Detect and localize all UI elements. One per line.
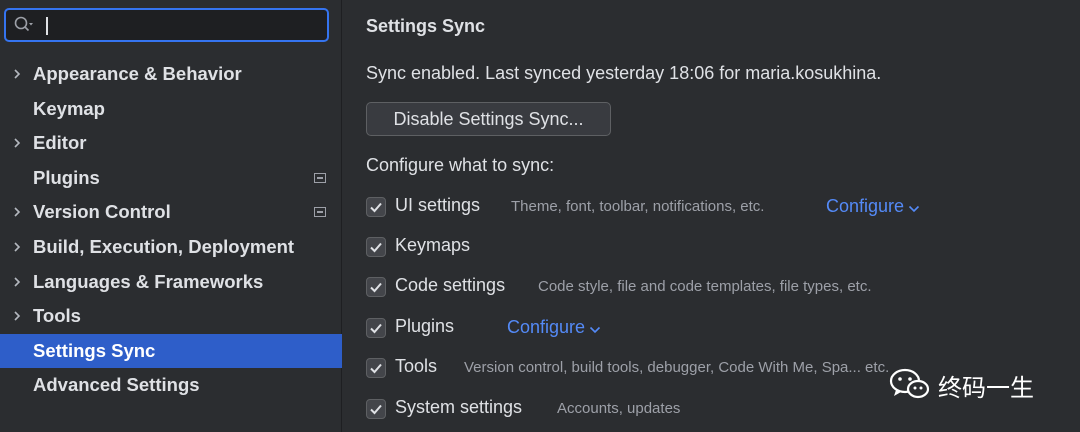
sidebar-item-settings-sync[interactable]: Settings Sync xyxy=(0,333,342,369)
sync-option-label[interactable]: UI settings xyxy=(395,195,480,216)
sidebar-item-label: Settings Sync xyxy=(33,339,156,361)
sidebar-item-version-control[interactable]: Version Control xyxy=(0,195,342,230)
tools-checkbox[interactable] xyxy=(366,358,386,378)
settings-search-field[interactable] xyxy=(4,8,329,42)
chevron-right-icon[interactable] xyxy=(12,242,22,252)
sync-option-plugins: Plugins Configure xyxy=(366,316,1066,342)
configure-link[interactable]: Configure xyxy=(507,317,601,339)
chevron-right-icon[interactable] xyxy=(12,138,22,148)
text-cursor xyxy=(46,17,48,35)
sidebar-item-keymap[interactable]: Keymap xyxy=(0,92,342,127)
wechat-icon xyxy=(889,368,930,399)
page-title: Settings Sync xyxy=(366,16,486,36)
checkmark-icon xyxy=(370,282,382,293)
configure-link-label: Configure xyxy=(826,196,905,216)
sidebar-item-label: Languages & Frameworks xyxy=(33,270,264,292)
chevron-down-icon xyxy=(589,318,601,339)
sidebar-item-plugins[interactable]: Plugins xyxy=(0,161,342,196)
sidebar-item-languages-frameworks[interactable]: Languages & Frameworks xyxy=(0,265,342,300)
chevron-right-icon[interactable] xyxy=(12,69,22,79)
sync-option-description: Theme, font, toolbar, notifications, etc… xyxy=(511,198,765,215)
sync-option-label[interactable]: Code settings xyxy=(395,275,505,296)
sync-option-keymaps: Keymaps xyxy=(366,235,1066,261)
sidebar-item-label: Version Control xyxy=(33,201,171,223)
configure-link-label: Configure xyxy=(507,317,586,337)
sidebar-item-appearance-behavior[interactable]: Appearance & Behavior xyxy=(0,57,342,92)
chevron-right-icon[interactable] xyxy=(12,311,22,321)
search-input[interactable] xyxy=(40,13,324,39)
sync-option-label[interactable]: Keymaps xyxy=(395,235,470,256)
project-settings-icon xyxy=(314,207,326,218)
sidebar-item-tools[interactable]: Tools xyxy=(0,299,342,334)
sidebar-item-label: Plugins xyxy=(33,166,100,188)
system-settings-checkbox[interactable] xyxy=(366,399,386,419)
project-settings-icon xyxy=(314,172,326,183)
sync-option-label[interactable]: System settings xyxy=(395,397,522,418)
chevron-right-icon[interactable] xyxy=(12,207,22,217)
sidebar-item-label: Build, Execution, Deployment xyxy=(33,235,295,257)
configure-section-label: Configure what to sync: xyxy=(366,155,555,175)
sync-option-label[interactable]: Tools xyxy=(395,356,437,377)
checkmark-icon xyxy=(370,242,382,253)
sync-option-description: Accounts, updates xyxy=(557,400,681,417)
checkmark-icon xyxy=(370,202,382,213)
sidebar-item-label: Advanced Settings xyxy=(33,374,200,396)
sync-option-code-settings: Code settings Code style, file and code t… xyxy=(366,275,1066,301)
ui-settings-checkbox[interactable] xyxy=(366,197,386,217)
sidebar-item-advanced-settings[interactable]: Advanced Settings xyxy=(0,368,342,403)
sidebar-item-build-execution-deployment[interactable]: Build, Execution, Deployment xyxy=(0,230,342,265)
watermark-text: 终码一生 xyxy=(938,374,1034,402)
keymaps-checkbox[interactable] xyxy=(366,237,386,257)
sidebar-item-label: Keymap xyxy=(33,97,105,119)
sidebar-item-label: Tools xyxy=(33,305,81,327)
checkmark-icon xyxy=(370,404,382,415)
chevron-right-icon[interactable] xyxy=(12,276,22,287)
settings-sidebar: Appearance & Behavior Keymap Editor Plugins… xyxy=(0,0,342,432)
sync-option-ui-settings: UI settings Theme, font, toolbar, notific… xyxy=(366,195,1066,221)
settings-tree: Appearance & Behavior Keymap Editor Plugins… xyxy=(0,57,342,403)
plugins-checkbox[interactable] xyxy=(366,318,386,338)
configure-link[interactable]: Configure xyxy=(826,196,920,218)
sync-option-description: Version control, build tools, debugger, … xyxy=(464,359,890,376)
disable-settings-sync-button[interactable]: Disable Settings Sync... xyxy=(366,102,611,136)
checkmark-icon xyxy=(370,363,382,374)
checkmark-icon xyxy=(370,323,382,334)
sidebar-item-editor[interactable]: Editor xyxy=(0,126,342,161)
code-settings-checkbox[interactable] xyxy=(366,277,386,297)
sidebar-item-label: Appearance & Behavior xyxy=(33,63,242,84)
sync-option-label[interactable]: Plugins xyxy=(395,316,454,337)
sync-option-description: Code style, file and code templates, fil… xyxy=(538,278,872,295)
sidebar-item-label: Editor xyxy=(33,132,87,154)
chevron-down-icon xyxy=(908,197,920,218)
watermark: 终码一生 xyxy=(888,366,1058,402)
sync-status-text: Sync enabled. Last synced yesterday 18:0… xyxy=(366,63,882,83)
search-icon[interactable] xyxy=(14,16,34,34)
